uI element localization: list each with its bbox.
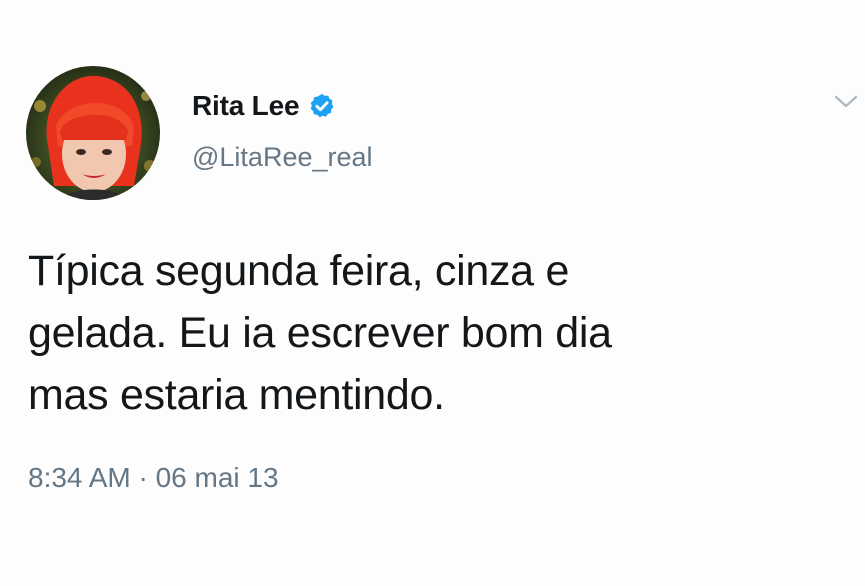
chevron-down-icon[interactable] [832,92,860,112]
user-handle[interactable]: @LitaRee_real [192,142,373,173]
verified-badge-icon [311,93,334,118]
profile-avatar-icon [26,66,160,200]
avatar[interactable] [26,66,160,200]
display-name[interactable]: Rita Lee [192,90,300,122]
tweet-card[interactable]: Rita Lee @LitaRee_real Típica segunda fe… [0,0,865,586]
tweet-timestamp[interactable]: 8:34 AM · 06 mai 13 [28,462,279,494]
author-name-row: Rita Lee [192,90,336,122]
tweet-text: Típica segunda feira, cinza e gelada. Eu… [28,247,612,419]
